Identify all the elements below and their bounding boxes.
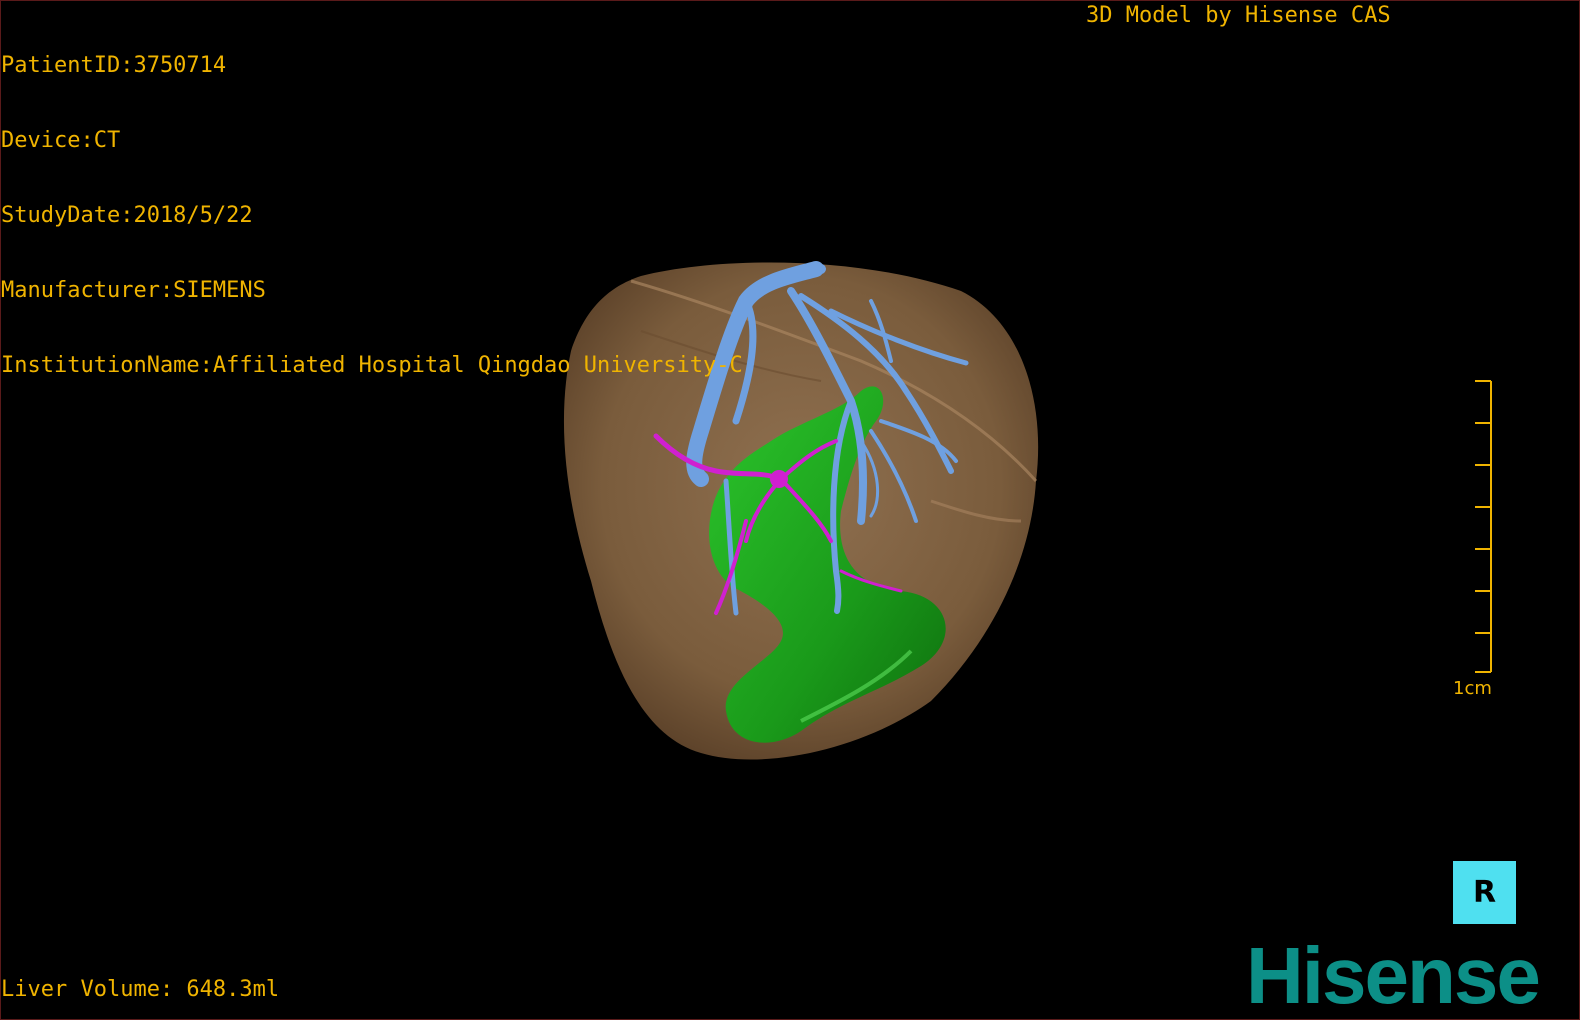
scale-bar — [1475, 380, 1492, 673]
patient-id: PatientID:3750714 — [1, 53, 227, 78]
hisense-logo: Hisense — [1246, 931, 1541, 1020]
orientation-label: R — [1472, 875, 1497, 910]
scale-label: 1cm — [1453, 678, 1492, 699]
study-date: StudyDate:2018/5/22 — [1, 203, 253, 228]
liver-volume-readout: Liver Volume: 648.3ml — [1, 977, 280, 1002]
institution-name: InstitutionName:Affiliated Hospital Qing… — [1, 353, 743, 378]
patient-info-block: PatientID:3750714 Device:CT StudyDate:20… — [1, 3, 743, 428]
model-credit: 3D Model by Hisense CAS — [1086, 3, 1391, 28]
manufacturer: Manufacturer:SIEMENS — [1, 278, 266, 303]
3d-viewport[interactable]: PatientID:3750714 Device:CT StudyDate:20… — [0, 0, 1580, 1020]
device: Device:CT — [1, 128, 121, 153]
orientation-cube-button[interactable]: R — [1453, 861, 1516, 924]
